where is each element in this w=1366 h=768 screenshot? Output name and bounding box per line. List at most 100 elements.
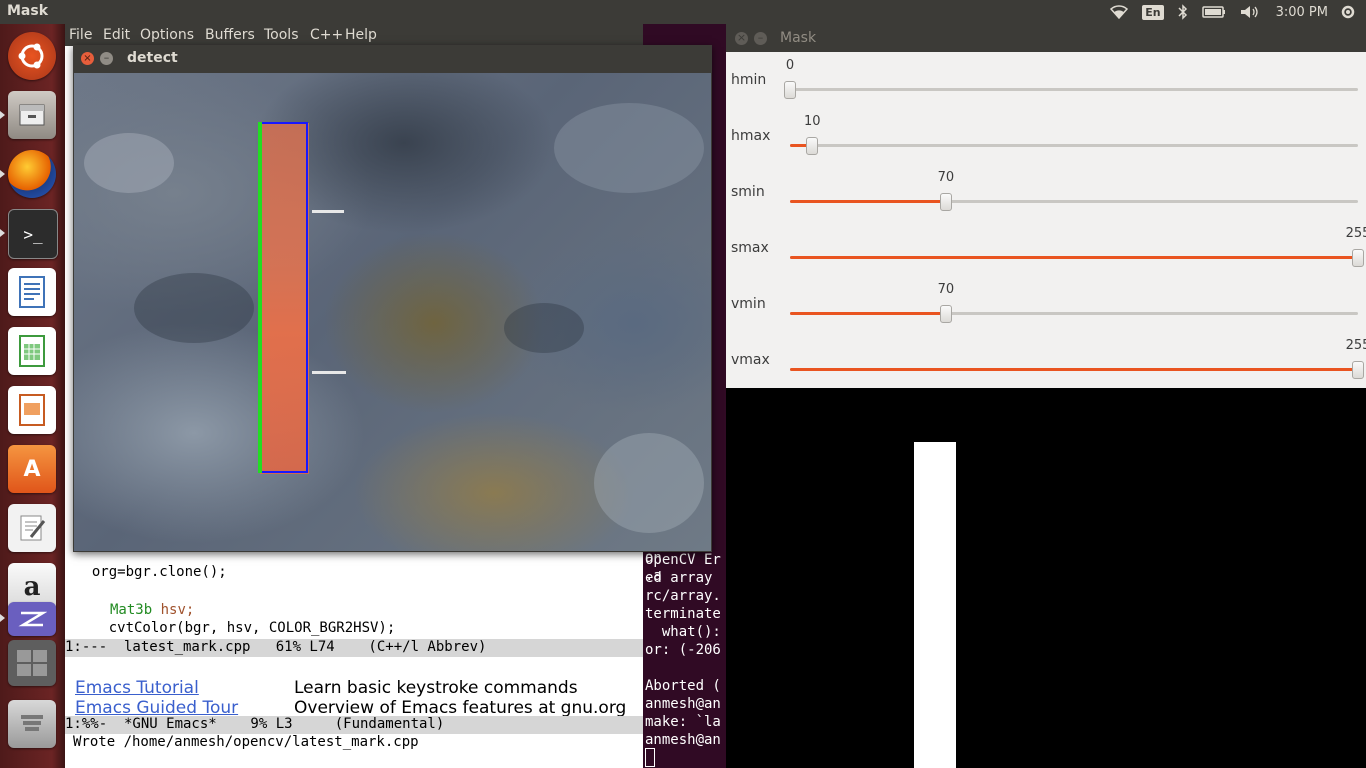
top-panel: Mask En 3:00 PM bbox=[0, 0, 1366, 24]
battery-icon[interactable] bbox=[1201, 6, 1226, 18]
slider-fill bbox=[790, 312, 946, 315]
emacs-tutorial-link[interactable]: Emacs Tutorial bbox=[75, 678, 199, 698]
volume-icon[interactable] bbox=[1240, 5, 1260, 19]
running-indicator-icon bbox=[0, 111, 5, 119]
software-center-icon[interactable]: A bbox=[8, 445, 56, 493]
active-window-title: Mask bbox=[7, 3, 49, 19]
slider-label: vmax bbox=[731, 352, 770, 368]
terminal-line: Aborted ( bbox=[645, 678, 721, 694]
slider-value: 10 bbox=[803, 114, 821, 129]
code-line[interactable]: cvtColor(bgr, hsv, COLOR_BGR2HSV); bbox=[75, 620, 396, 636]
slider-thumb[interactable] bbox=[939, 305, 952, 323]
menu-options[interactable]: Options bbox=[140, 27, 194, 43]
terminal-line: ed array bbox=[645, 570, 721, 586]
type-keyword: Mat3b bbox=[110, 602, 153, 618]
slider-value: 70 bbox=[937, 170, 955, 185]
white-stripe bbox=[312, 371, 346, 374]
menu-help[interactable]: Help bbox=[345, 27, 377, 43]
running-indicator-icon bbox=[0, 170, 5, 178]
terminal-line: make: `la bbox=[645, 714, 721, 730]
slider-track[interactable] bbox=[790, 249, 1364, 267]
detect-title: detect bbox=[127, 50, 178, 66]
system-tray: En 3:00 PM bbox=[1110, 0, 1366, 24]
menu-edit[interactable]: Edit bbox=[103, 27, 130, 43]
clock[interactable]: 3:00 PM bbox=[1276, 5, 1328, 20]
slider-smin: smin 70 bbox=[726, 164, 1366, 220]
slider-track[interactable] bbox=[790, 361, 1364, 379]
emacs-icon[interactable] bbox=[8, 602, 56, 636]
slider-value: 255 bbox=[1345, 226, 1366, 241]
wifi-icon[interactable] bbox=[1110, 5, 1129, 19]
modeline-code-buffer[interactable]: 1:--- latest_mark.cpp 61% L74 (C++/l Abb… bbox=[65, 639, 643, 657]
slider-value: 70 bbox=[937, 282, 955, 297]
slider-track[interactable] bbox=[790, 193, 1358, 211]
binary-mask-blob bbox=[914, 442, 956, 768]
slider-track[interactable] bbox=[784, 81, 1358, 99]
files-icon[interactable] bbox=[8, 91, 56, 139]
green-edge-line bbox=[258, 122, 262, 473]
terminal-icon[interactable]: >_ bbox=[8, 209, 58, 259]
terminal-line: anmesh@an bbox=[645, 732, 721, 748]
slider-vmax: vmax 255 bbox=[726, 332, 1366, 388]
ubuntu-dash-icon[interactable] bbox=[8, 32, 56, 80]
slider-track[interactable] bbox=[790, 137, 1358, 155]
menu-cpp[interactable]: C++ bbox=[310, 27, 343, 43]
keyboard-layout-indicator[interactable]: En bbox=[1142, 4, 1164, 20]
terminal-line: rc/array. bbox=[645, 588, 721, 604]
slider-label: hmin bbox=[731, 72, 767, 88]
slider-fill bbox=[790, 200, 946, 203]
clipped-line: Emacs Guided Tour Overview of Emacs feat… bbox=[75, 698, 635, 716]
trash-icon[interactable] bbox=[8, 700, 56, 748]
detect-window: × – detect bbox=[73, 45, 712, 552]
slider-thumb[interactable] bbox=[1352, 361, 1364, 379]
slider-thumb[interactable] bbox=[1352, 249, 1364, 267]
close-icon[interactable]: × bbox=[81, 52, 94, 65]
mask-titlebar[interactable]: × – Mask bbox=[726, 24, 1366, 52]
slider-label: vmin bbox=[731, 296, 766, 312]
menu-buffers[interactable]: Buffers bbox=[205, 27, 255, 43]
terminal-line: terminate bbox=[645, 606, 721, 622]
terminal-line: anmesh@an bbox=[645, 696, 721, 712]
slider-fill bbox=[790, 368, 1358, 371]
minimize-icon[interactable]: – bbox=[100, 52, 113, 65]
close-icon[interactable]: × bbox=[735, 32, 748, 45]
emacs-menubar: File Edit Options Buffers Tools C++ Help bbox=[65, 24, 725, 46]
terminal-line: OpenCV Er bbox=[645, 552, 721, 568]
blue-bounding-box bbox=[260, 122, 308, 473]
terminal-line: what(): bbox=[645, 624, 721, 640]
modeline-gnu-emacs[interactable]: 1:%%- *GNU Emacs* 9% L3 (Fundamental) bbox=[65, 716, 643, 734]
calc-icon[interactable] bbox=[8, 327, 56, 375]
white-stripe bbox=[312, 210, 344, 213]
emacs-guided-tour-link[interactable]: Emacs Guided Tour bbox=[75, 698, 238, 716]
echo-area: Wrote /home/anmesh/opencv/latest_mark.cp… bbox=[73, 734, 419, 750]
power-gear-icon[interactable] bbox=[1340, 4, 1356, 24]
slider-thumb[interactable] bbox=[806, 137, 819, 155]
writer-icon[interactable] bbox=[8, 268, 56, 316]
menu-file[interactable]: File bbox=[69, 27, 92, 43]
bluetooth-icon[interactable] bbox=[1178, 4, 1188, 20]
launcher: >_ A a bbox=[0, 24, 65, 768]
running-indicator-icon bbox=[0, 229, 5, 237]
slider-label: smin bbox=[731, 184, 765, 200]
slider-hmax: hmax 10 bbox=[726, 108, 1366, 164]
slider-value: 0 bbox=[785, 58, 795, 73]
slider-smax: smax 255 bbox=[726, 220, 1366, 276]
terminal-line: or: (-206 bbox=[645, 642, 721, 658]
code-line[interactable]: org=bgr.clone(); bbox=[75, 564, 227, 580]
slider-hmin: hmin 0 bbox=[726, 52, 1366, 108]
detect-titlebar[interactable]: × – detect bbox=[73, 45, 712, 73]
impress-icon[interactable] bbox=[8, 386, 56, 434]
slider-thumb[interactable] bbox=[784, 81, 796, 99]
variable-name: hsv; bbox=[160, 602, 195, 618]
slider-thumb[interactable] bbox=[939, 193, 952, 211]
menu-tools[interactable]: Tools bbox=[264, 27, 299, 43]
firefox-icon[interactable] bbox=[8, 150, 56, 198]
running-indicator-icon bbox=[0, 614, 5, 622]
slider-track[interactable] bbox=[790, 305, 1358, 323]
code-line[interactable]: Mat3b hsv; bbox=[110, 602, 194, 618]
slider-fill bbox=[790, 256, 1358, 259]
text-editor-icon[interactable] bbox=[8, 504, 56, 552]
workspace-switcher-icon[interactable] bbox=[8, 640, 56, 686]
minimize-icon[interactable]: – bbox=[754, 32, 767, 45]
camera-frame-image bbox=[74, 73, 711, 551]
